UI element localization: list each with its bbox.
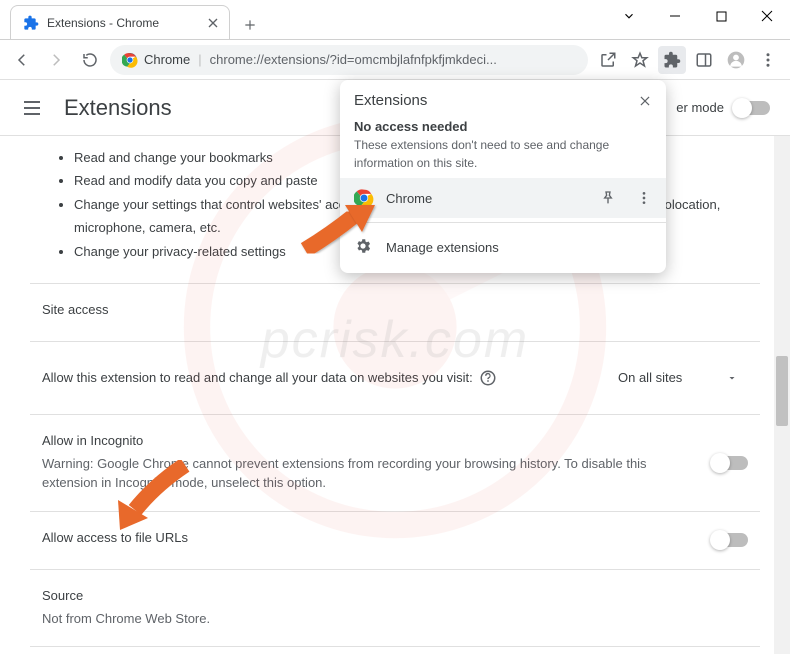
puzzle-icon xyxy=(23,15,47,31)
item-more-icon[interactable] xyxy=(636,190,652,206)
popup-item-label: Chrome xyxy=(386,191,588,206)
back-button[interactable] xyxy=(8,46,36,74)
allow-read-label: Allow this extension to read and change … xyxy=(42,370,473,385)
page-title: Extensions xyxy=(64,95,172,121)
chrome-icon xyxy=(122,52,138,68)
developer-mode-label: er mode xyxy=(676,100,724,115)
scrollbar-thumb[interactable] xyxy=(776,356,788,426)
maximize-button[interactable] xyxy=(698,0,744,32)
source-desc: Not from Chrome Web Store. xyxy=(42,609,748,629)
pin-icon[interactable] xyxy=(600,190,616,206)
gear-icon xyxy=(354,237,374,257)
vertical-scrollbar[interactable] xyxy=(774,136,790,654)
file-urls-row: Allow access to file URLs xyxy=(30,511,760,569)
close-icon[interactable] xyxy=(205,15,221,31)
site-access-allow-row: Allow this extension to read and change … xyxy=(30,341,760,414)
help-icon[interactable] xyxy=(473,369,497,387)
source-section: Source Not from Chrome Web Store. xyxy=(30,569,760,647)
incognito-desc: Warning: Google Chrome cannot prevent ex… xyxy=(42,454,672,493)
address-bar[interactable]: Chrome | chrome://extensions/?id=omcmbjl… xyxy=(110,45,588,75)
menu-dots-icon[interactable] xyxy=(754,46,782,74)
extensions-popup: Extensions No access needed These extens… xyxy=(340,80,666,273)
chrome-extension-icon xyxy=(354,188,374,208)
incognito-heading: Allow in Incognito xyxy=(42,433,672,448)
omnibox-url: chrome://extensions/?id=omcmbjlafnfpkfjm… xyxy=(210,52,576,67)
side-panel-icon[interactable] xyxy=(690,46,718,74)
new-tab-button[interactable] xyxy=(236,11,264,39)
dropdown-caret-icon xyxy=(726,372,738,384)
file-urls-heading: Allow access to file URLs xyxy=(42,530,188,545)
incognito-toggle[interactable] xyxy=(712,456,748,470)
popup-extension-item[interactable]: Chrome xyxy=(340,178,666,218)
profile-avatar-icon[interactable] xyxy=(722,46,750,74)
dropdown-button[interactable] xyxy=(606,0,652,32)
site-access-section: Site access xyxy=(30,283,760,341)
window-titlebar: Extensions - Chrome xyxy=(0,0,790,40)
bookmark-star-icon[interactable] xyxy=(626,46,654,74)
omnibox-host: Chrome xyxy=(144,52,190,67)
popup-description: These extensions don't need to see and c… xyxy=(354,136,652,172)
reload-button[interactable] xyxy=(76,46,104,74)
hamburger-icon[interactable] xyxy=(20,96,64,120)
developer-mode-toggle[interactable] xyxy=(734,101,770,115)
site-access-select[interactable]: On all sites xyxy=(608,360,748,396)
incognito-row: Allow in Incognito Warning: Google Chrom… xyxy=(30,414,760,511)
extensions-icon[interactable] xyxy=(658,46,686,74)
site-access-value: On all sites xyxy=(618,370,682,385)
share-icon[interactable] xyxy=(594,46,622,74)
popup-divider xyxy=(340,222,666,223)
developer-mode-row: er mode xyxy=(676,100,770,115)
chrome-origin-chip: Chrome xyxy=(122,52,190,68)
tab-title: Extensions - Chrome xyxy=(47,16,205,30)
window-close-button[interactable] xyxy=(744,0,790,32)
manage-extensions-label: Manage extensions xyxy=(386,240,652,255)
browser-toolbar: Chrome | chrome://extensions/?id=omcmbjl… xyxy=(0,40,790,80)
remove-extension-row[interactable]: Remove extension xyxy=(30,646,760,654)
source-heading: Source xyxy=(42,588,748,603)
site-access-heading: Site access xyxy=(42,302,748,317)
window-controls xyxy=(606,0,790,32)
manage-extensions-item[interactable]: Manage extensions xyxy=(340,227,666,267)
minimize-button[interactable] xyxy=(652,0,698,32)
forward-button[interactable] xyxy=(42,46,70,74)
popup-subtitle: No access needed xyxy=(354,119,652,134)
browser-tab[interactable]: Extensions - Chrome xyxy=(10,5,230,39)
file-urls-toggle[interactable] xyxy=(712,533,748,547)
popup-close-icon[interactable] xyxy=(638,94,652,108)
popup-title: Extensions xyxy=(354,92,427,109)
